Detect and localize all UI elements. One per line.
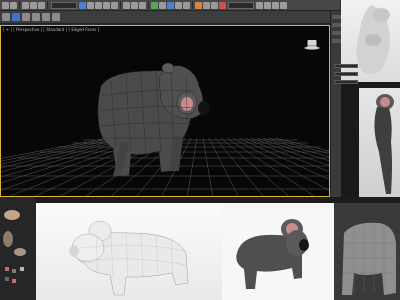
render-icon[interactable]: [219, 1, 226, 9]
render-setup-icon[interactable]: [203, 1, 210, 9]
modify-icon[interactable]: [12, 13, 20, 21]
maximize-viewport-icon[interactable]: [280, 1, 287, 9]
scale-icon[interactable]: [111, 1, 118, 9]
toolbar-separator: [192, 1, 193, 9]
koala-wireframe-model[interactable]: [97, 62, 210, 177]
move-icon[interactable]: [95, 1, 102, 9]
perspective-viewport[interactable]: [ + ] [ Perspective ] [ Standard ] [ Edg…: [0, 25, 330, 197]
modifier-parameters: [330, 60, 370, 120]
parameter-field[interactable]: [334, 64, 358, 68]
uv-texture-panel: [0, 197, 36, 300]
create-icon[interactable]: [2, 13, 10, 21]
select-icon[interactable]: [79, 1, 86, 9]
layer-icon[interactable]: [167, 1, 174, 9]
snap-icon[interactable]: [123, 1, 130, 9]
main-toolbar: [0, 0, 340, 11]
render-frame-icon[interactable]: [211, 1, 218, 9]
bottom-reference-strip: [0, 197, 400, 300]
koala-gray-model: [342, 222, 396, 295]
material-editor-icon[interactable]: [195, 1, 202, 9]
mirror-icon[interactable]: [151, 1, 158, 9]
toolbar-separator: [148, 1, 149, 9]
koala-textured-model: [236, 219, 309, 289]
curve-editor-icon[interactable]: [175, 1, 182, 9]
motion-icon[interactable]: [32, 13, 40, 21]
angle-snap-icon[interactable]: [131, 1, 138, 9]
redo-icon[interactable]: [10, 1, 17, 9]
koala-clay-model: [69, 220, 189, 296]
koala-wireframe-render: [36, 203, 222, 300]
unlink-icon[interactable]: [30, 1, 37, 9]
named-selection-dropdown[interactable]: [228, 1, 254, 9]
align-icon[interactable]: [159, 1, 166, 9]
top-hat-icon[interactable]: [304, 38, 320, 50]
bind-icon[interactable]: [38, 1, 45, 9]
link-icon[interactable]: [22, 1, 29, 9]
selection-filter-dropdown[interactable]: [51, 1, 77, 9]
isolate-icon[interactable]: [256, 1, 263, 9]
toolbar-separator: [120, 1, 121, 9]
viewport-label[interactable]: [ + ] [ Perspective ] [ Standard ] [ Edg…: [3, 27, 99, 32]
undo-icon[interactable]: [2, 1, 9, 9]
select-region-icon[interactable]: [87, 1, 94, 9]
parameter-field[interactable]: [334, 72, 358, 76]
percent-snap-icon[interactable]: [139, 1, 146, 9]
scene-explorer-icon[interactable]: [272, 1, 279, 9]
parameter-field[interactable]: [334, 80, 358, 84]
toolbar-separator: [19, 1, 20, 9]
schematic-view-icon[interactable]: [183, 1, 190, 9]
viewport-layout-icon[interactable]: [264, 1, 271, 9]
rotate-icon[interactable]: [103, 1, 110, 9]
toolbar-separator: [47, 1, 48, 9]
hierarchy-icon[interactable]: [22, 13, 30, 21]
viewport-scene: [1, 62, 329, 196]
utilities-icon[interactable]: [52, 13, 60, 21]
koala-gray-render: [334, 203, 400, 300]
ribbon-toolbar: [0, 11, 340, 24]
display-icon[interactable]: [42, 13, 50, 21]
max-workspace-collage: [ + ] [ Perspective ] [ Standard ] [ Edg…: [0, 0, 400, 300]
koala-textured-render: [222, 203, 334, 300]
uv-islands-image: [3, 210, 26, 283]
